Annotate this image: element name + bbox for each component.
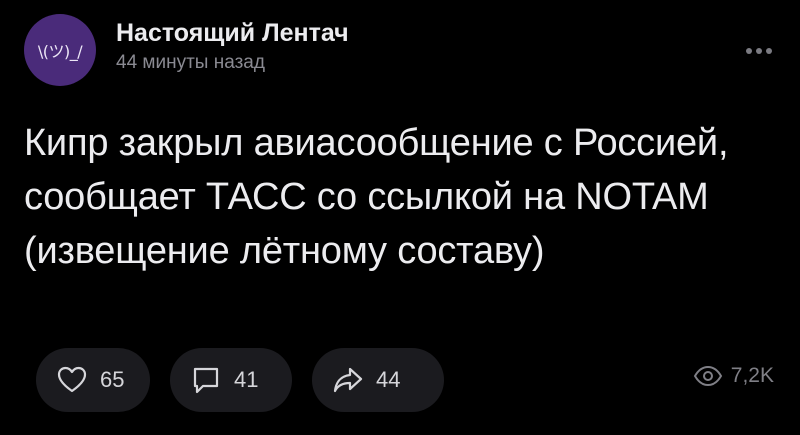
comment-count: 41	[234, 367, 259, 392]
channel-avatar[interactable]: \(ツ)_/	[24, 14, 96, 86]
like-count: 65	[100, 367, 125, 392]
view-count: 7,2K	[730, 364, 774, 387]
more-dots-icon	[746, 48, 752, 54]
more-dots-icon	[766, 48, 772, 54]
eye-icon	[693, 365, 723, 387]
comment-icon	[190, 364, 222, 396]
comment-button[interactable]: 41	[170, 348, 292, 412]
repost-count: 44	[376, 367, 401, 392]
repost-button[interactable]: 44	[312, 348, 444, 412]
heart-icon	[56, 364, 88, 396]
post-card: \(ツ)_/ Настоящий Лентач 44 минуты назад …	[0, 0, 800, 435]
post-header: \(ツ)_/ Настоящий Лентач 44 минуты назад	[24, 14, 349, 86]
post-actions: 65 41 44	[36, 348, 444, 412]
view-counter: 7,2K	[693, 364, 774, 388]
post-text: Кипр закрыл авиасообщение с Россией, соо…	[24, 122, 729, 272]
more-options-button[interactable]	[746, 48, 772, 54]
more-dots-icon	[756, 48, 762, 54]
post-meta: Настоящий Лентач 44 минуты назад	[116, 18, 349, 76]
post-timestamp: 44 минуты назад	[116, 52, 265, 73]
share-arrow-icon	[332, 364, 364, 396]
channel-name[interactable]: Настоящий Лентач	[116, 18, 349, 48]
like-button[interactable]: 65	[36, 348, 150, 412]
